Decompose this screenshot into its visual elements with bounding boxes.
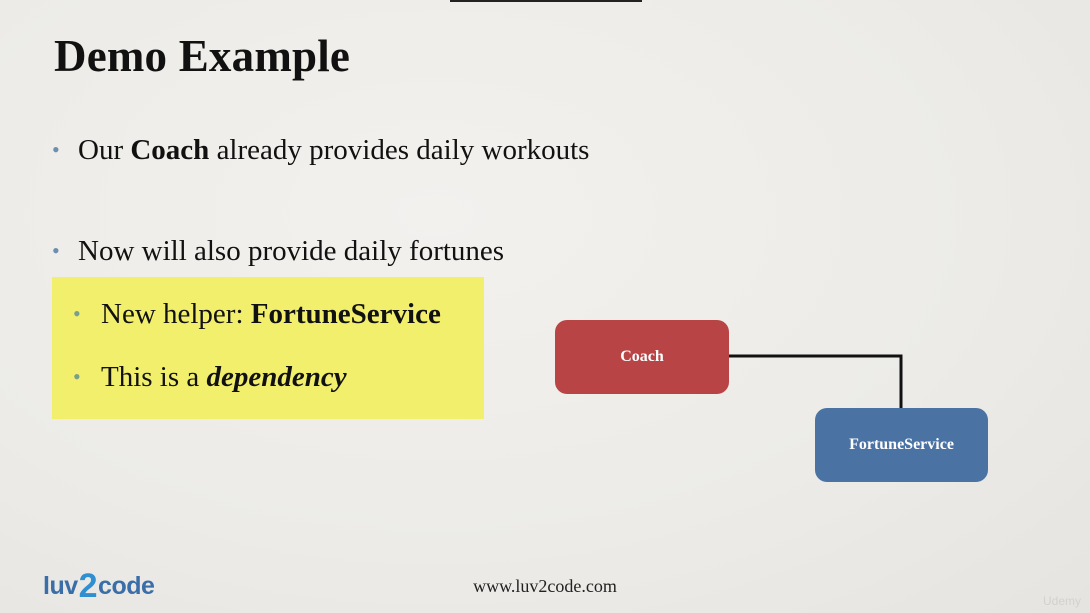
fortune-service-node-label: FortuneService [849, 436, 954, 453]
diagram-connector [729, 354, 903, 408]
coach-node-label: Coach [620, 348, 664, 365]
fortune-service-node: FortuneService [815, 408, 988, 482]
coach-node: Coach [555, 320, 729, 394]
footer-url: www.luv2code.com [473, 576, 617, 596]
slide: Demo Example • Our Coach already provide… [0, 0, 1090, 613]
udemy-watermark: Udemy [1043, 594, 1082, 608]
